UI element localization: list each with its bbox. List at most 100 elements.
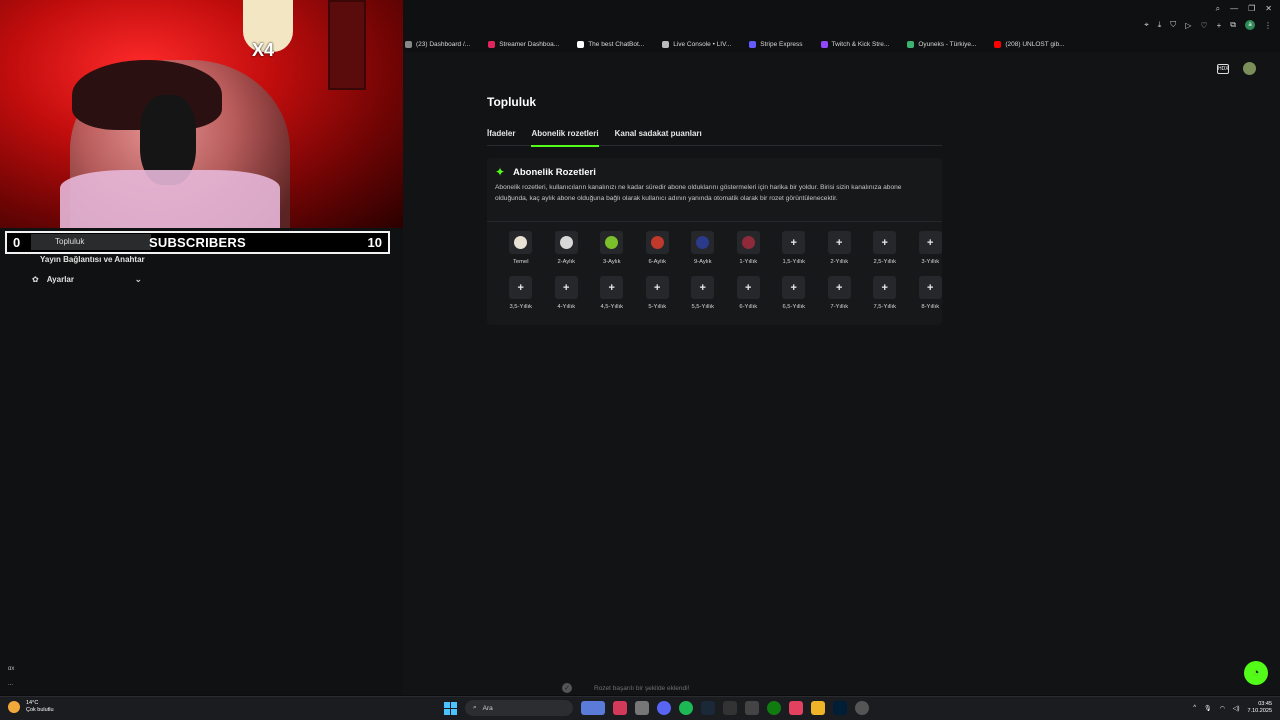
add-badge-button[interactable]: + [918,231,942,254]
badge-image[interactable] [600,231,624,254]
xbox-icon[interactable] [767,701,781,715]
webcam-overlay: X4 [0,0,403,228]
tab-sub-badges[interactable]: Abonelik rozetleri [531,129,599,147]
add-badge-button[interactable]: + [600,276,624,299]
badge-image[interactable] [509,231,533,254]
profile-avatar[interactable]: a [1245,20,1255,30]
bookmark-item[interactable]: Streamer Dashboa... [488,40,559,48]
discord-icon[interactable] [657,701,671,715]
badge-slot: +1,5-Yıllık [771,231,817,265]
add-badge-button[interactable]: + [827,231,851,254]
epic-icon[interactable] [723,701,737,715]
add-badge-button[interactable]: + [782,276,806,299]
goal-end: 10 [367,235,382,250]
badge-base-icon [514,236,528,249]
badge-image[interactable] [554,231,578,254]
badge-grid: Temel 2-Aylık 3-Aylık 6-Aylık 9-Aylık 1-Yıllı… [498,231,953,310]
sidebar-item-stream-key[interactable]: Yayın Bağlantısı ve Anahtar [40,255,145,264]
badge-slot: +6,5-Yıllık [771,276,817,310]
minimize-icon[interactable]: — [1230,4,1238,14]
add-badge-button[interactable]: + [736,276,760,299]
task-view-icon[interactable] [635,701,649,715]
toast-notification: ✓ Rozet başarılı bir şekilde eklendi! [562,680,739,696]
chevron-up-icon[interactable]: ^ [1193,705,1196,711]
search-tabs-icon[interactable]: ⌕ [1216,4,1220,14]
plus-icon: + [790,236,797,249]
extensions-icon[interactable]: ⧉ [1230,20,1236,30]
add-badge-button[interactable]: + [554,276,578,299]
heart-icon[interactable]: ♡ [1200,21,1207,30]
wifi-icon[interactable]: ◠ [1220,705,1225,712]
plus-icon: + [517,281,524,294]
add-badge-button[interactable]: + [918,276,942,299]
plus-icon[interactable]: + [1217,21,1222,30]
start-icon[interactable] [444,701,457,715]
sidebar-item-community[interactable]: Topluluk [31,234,151,250]
goal-start: 0 [13,235,21,250]
badge-label: 6-Aylık [648,259,667,265]
clock[interactable]: 03:45 7.10.2025 [1248,701,1272,715]
photoshop-icon[interactable] [833,701,847,715]
bookmark-label: Twitch & Kick Stre... [831,40,890,48]
plus-icon: + [836,236,843,249]
add-badge-button[interactable]: + [873,231,897,254]
chat-button[interactable]: ◔ [1244,661,1268,685]
badge-label: 1-Yıllık [739,259,758,265]
download-icon[interactable]: ⤓ [1158,20,1162,30]
bookmark-item[interactable]: Live Console • LIV... [662,40,731,48]
bookmark-label: Stripe Express [760,40,803,48]
add-badge-button[interactable]: + [782,231,806,254]
close-icon[interactable]: ✕ [1265,4,1272,14]
bookmark-item[interactable]: (208) UNLOST gib... [994,40,1065,48]
bookmark-item[interactable]: (23) Dashboard /... [405,40,470,48]
app-icon[interactable] [613,701,627,715]
bookmark-item[interactable]: The best ChatBot... [577,40,644,48]
temperature: 14°C [26,700,39,706]
badge-slot: Temel [498,231,544,265]
restore-icon[interactable]: ❐ [1248,4,1255,14]
add-badge-button[interactable]: + [827,276,851,299]
taskbar-search[interactable]: ⌕ Ara [465,700,573,716]
obs-icon[interactable] [855,701,869,715]
badge-label: 7,5-Yıllık [873,304,897,310]
chibi-label: X4 [252,40,275,60]
bookmark-item[interactable]: Stripe Express [749,40,803,48]
wall-poster [328,0,366,90]
app-icon-2[interactable] [745,701,759,715]
volume-icon[interactable]: ◁) [1233,705,1240,712]
add-badge-button[interactable]: + [873,276,897,299]
play-icon[interactable]: ▷ [1185,21,1191,30]
folder-icon[interactable] [811,701,825,715]
sidebar-item-settings[interactable]: ✿ Ayarlar ⌄ [32,274,142,285]
weather-widget[interactable]: 14°C Çok bulutlu [8,700,54,714]
tab-loyalty-points[interactable]: Kanal sadakat puanları [615,129,702,146]
menu-icon[interactable]: ⋮ [1264,21,1272,30]
badge-slot: 2-Aylık [544,231,590,265]
badge-image[interactable] [736,231,760,254]
widget-app-icon[interactable] [581,701,605,715]
steam-icon[interactable] [701,701,715,715]
mic-icon[interactable]: 🎙 [1204,705,1212,712]
sidebar-more-icon[interactable]: ... [8,681,13,687]
content-area [403,52,1280,695]
add-badge-button[interactable]: + [645,276,669,299]
badge-label: 2,5-Yıllık [873,259,897,265]
tab-bar: İfadeler Abonelik rozetleri Kanal sadaka… [487,129,942,147]
bookmark-item[interactable]: Oyuneks - Türkiye... [907,40,976,48]
add-badge-button[interactable]: + [691,276,715,299]
badge-label: 7-Yıllık [830,304,849,310]
badge-image[interactable] [645,231,669,254]
pin-icon[interactable]: ⌖ [1144,20,1149,30]
spotify-icon[interactable] [679,701,693,715]
avatar[interactable] [1243,62,1256,75]
bookmark-item[interactable]: Twitch & Kick Stre... [820,40,890,48]
badge-image[interactable] [691,231,715,254]
instagram-icon[interactable] [789,701,803,715]
badge-label: 4,5-Yıllık [600,304,624,310]
search-placeholder: Ara [482,704,493,712]
theater-mode-icon[interactable]: HDX [1217,63,1229,74]
shield-icon[interactable]: ⛉ [1170,20,1176,30]
badge-slot: 9-Aylık [680,231,726,265]
add-badge-button[interactable]: + [509,276,533,299]
tab-emotes[interactable]: İfadeler [487,129,515,146]
